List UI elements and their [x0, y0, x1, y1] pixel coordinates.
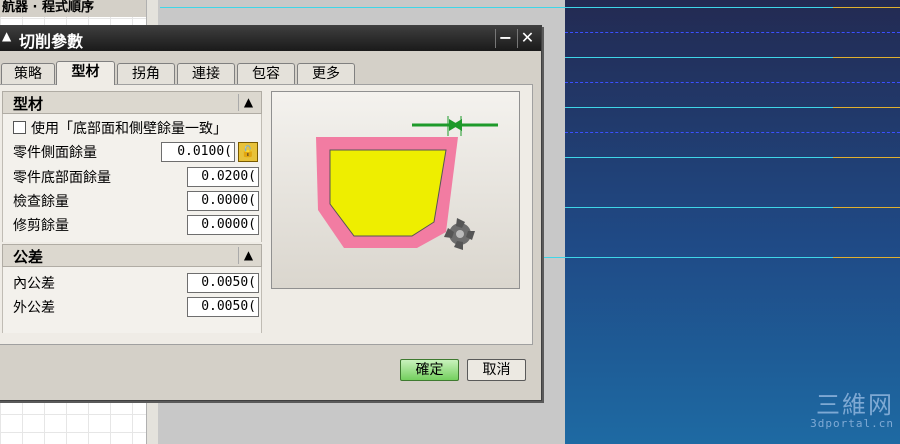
geometry-line: [565, 107, 833, 108]
tab-connections[interactable]: 連接: [177, 63, 235, 84]
tab-strip: 策略 型材 拐角 連接 包容 更多: [0, 61, 541, 85]
trim-stock-input[interactable]: 0.0000(: [187, 215, 259, 235]
geometry-line: [833, 207, 900, 208]
stock-section-title: 型材: [13, 95, 44, 113]
tab-stock[interactable]: 型材: [56, 61, 115, 85]
stock-section-header[interactable]: 型材 ▲: [2, 91, 262, 114]
geometry-line: [565, 207, 833, 208]
collapse-icon[interactable]: ▲: [238, 94, 258, 111]
intol-input[interactable]: 0.0050(: [187, 273, 259, 293]
stock-dimension-arrows: [412, 116, 498, 136]
stock-diagram: [316, 116, 498, 250]
intol-label: 內公差: [13, 276, 55, 292]
tab-more[interactable]: 更多: [297, 63, 355, 84]
geometry-line: [833, 107, 900, 108]
check-stock-input[interactable]: 0.0000(: [187, 191, 259, 211]
watermark: 三維网 3dportal.cn: [810, 393, 894, 430]
cancel-button[interactable]: 取消: [467, 359, 526, 381]
cutting-parameters-dialog: ▲ 切削參數 − ✕ 策略 型材 拐角 連接 包容 更多 型材 ▲ 使用「底部面…: [0, 25, 542, 401]
tolerance-section-title: 公差: [13, 248, 44, 266]
dialog-menu-icon[interactable]: ▲: [2, 29, 11, 43]
geometry-line: [540, 257, 565, 258]
trim-stock-label: 修剪餘量: [13, 218, 69, 234]
stock-section-body: 使用「底部面和側壁餘量一致」 零件側面餘量 0.0100( 🔓 零件底部面餘量 …: [2, 114, 262, 242]
tab-corners[interactable]: 拐角: [117, 63, 175, 84]
navigator-title: 航器 · 程式順序: [0, 0, 148, 17]
geometry-line: [565, 157, 833, 158]
geometry-line: [833, 257, 900, 258]
dialog-titlebar[interactable]: ▲ 切削參數 − ✕: [0, 26, 541, 51]
watermark-url: 3dportal.cn: [810, 417, 894, 430]
graphics-window[interactable]: 三維网 3dportal.cn: [160, 0, 900, 444]
part-side-stock-input[interactable]: 0.0100(: [161, 142, 235, 162]
dialog-title: 切削參數: [19, 32, 84, 51]
tab-containment[interactable]: 包容: [237, 63, 295, 84]
stock-preview-image: [271, 91, 520, 289]
geometry-line: [160, 7, 565, 8]
geometry-line: [833, 57, 900, 58]
geometry-line: [565, 257, 833, 258]
collapse-icon[interactable]: ▲: [238, 247, 258, 264]
same-floor-wall-checkbox[interactable]: [13, 121, 26, 134]
toolpath-line: [565, 32, 900, 33]
geometry-line: [833, 157, 900, 158]
lock-icon[interactable]: 🔓: [238, 142, 258, 162]
part-side-stock-label: 零件側面餘量: [13, 145, 97, 161]
tab-strategy[interactable]: 策略: [1, 63, 55, 84]
same-floor-wall-label: 使用「底部面和側壁餘量一致」: [31, 121, 227, 137]
cutter-icon: [444, 218, 475, 250]
toolpath-line: [565, 82, 900, 83]
check-stock-label: 檢查餘量: [13, 194, 69, 210]
stock-tab-panel: 型材 ▲ 使用「底部面和側壁餘量一致」 零件側面餘量 0.0100( 🔓 零件底…: [0, 84, 533, 345]
minimize-button[interactable]: −: [495, 29, 515, 48]
tolerance-section-body: 內公差 0.0050( 外公差 0.0050(: [2, 267, 262, 333]
part-floor-stock-input[interactable]: 0.0200(: [187, 167, 259, 187]
outtol-input[interactable]: 0.0050(: [187, 297, 259, 317]
outtol-label: 外公差: [13, 300, 55, 316]
part-floor-stock-label: 零件底部面餘量: [13, 170, 111, 186]
geometry-line: [565, 57, 833, 58]
toolpath-line: [565, 132, 900, 133]
geometry-line: [833, 7, 900, 8]
watermark-logo: 三維网: [816, 391, 894, 419]
geometry-line: [565, 7, 833, 8]
close-button[interactable]: ✕: [517, 29, 537, 48]
ok-button[interactable]: 確定: [400, 359, 459, 381]
tolerance-section-header[interactable]: 公差 ▲: [2, 244, 262, 267]
